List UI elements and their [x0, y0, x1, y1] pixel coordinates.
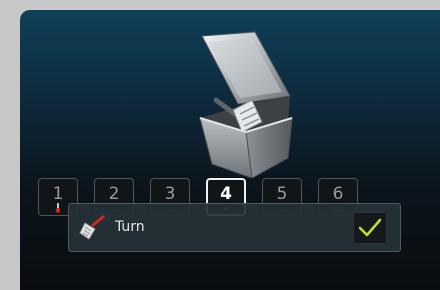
action-prompt-bar: Turn	[68, 203, 401, 252]
step-number: 3	[164, 184, 176, 204]
main-panel: 1 2 3 4 5 6 Turn	[20, 10, 440, 290]
container-with-spatula-icon	[199, 31, 293, 178]
thermometer-icon	[55, 203, 61, 213]
checkmark-icon	[358, 218, 382, 237]
action-label: Turn	[115, 219, 145, 235]
step-number: 6	[332, 184, 344, 204]
step-number: 5	[276, 184, 288, 204]
step-number: 2	[108, 184, 120, 204]
spatula-icon	[79, 215, 105, 240]
step-number: 4	[220, 184, 232, 204]
confirm-button[interactable]	[353, 212, 387, 244]
step-number: 1	[52, 184, 64, 204]
